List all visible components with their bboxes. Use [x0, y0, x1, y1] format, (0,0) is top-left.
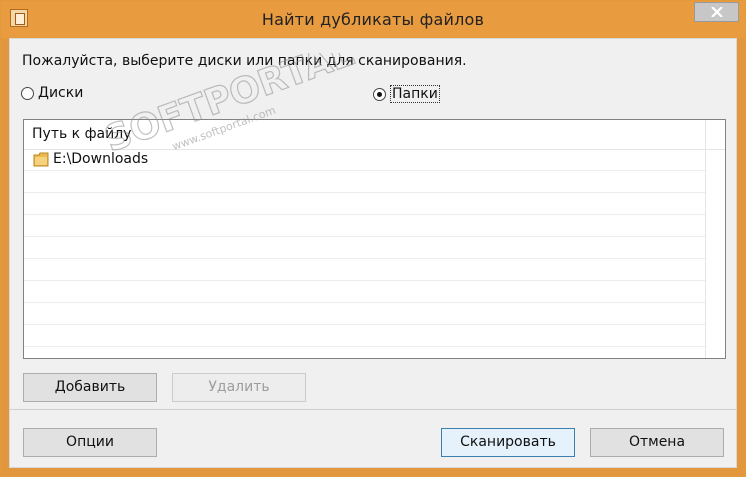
radio-drives[interactable]: Диски: [21, 85, 83, 101]
list-empty-row: [24, 303, 705, 325]
list-empty-row: [24, 171, 705, 193]
column-header-label: Путь к файлу: [32, 126, 132, 142]
radio-drives-indicator[interactable]: [21, 86, 34, 100]
list-empty-row: [24, 193, 705, 215]
radio-folders-label: Папки: [390, 85, 440, 103]
folder-icon: [33, 152, 49, 167]
radio-folders-indicator[interactable]: [373, 87, 386, 101]
list-empty-row: [24, 215, 705, 237]
title-bar[interactable]: Найти дубликаты файлов: [1, 1, 745, 38]
dialog-window: Найти дубликаты файлов Пожалуйста, выбер…: [0, 0, 746, 477]
list-empty-row: [24, 259, 705, 281]
radio-folders[interactable]: Папки: [373, 85, 440, 103]
window-title: Найти дубликаты файлов: [261, 10, 485, 29]
cancel-button[interactable]: Отмена: [590, 428, 724, 457]
divider: [10, 409, 736, 410]
instruction-text: Пожалуйста, выберите диски или папки для…: [22, 53, 467, 69]
list-column-header[interactable]: Путь к файлу: [24, 120, 725, 150]
list-item-path: E:\Downloads: [53, 151, 149, 167]
list-empty-row: [24, 237, 705, 259]
options-button[interactable]: Опции: [23, 428, 157, 457]
close-icon: [711, 7, 723, 17]
column-divider: [705, 120, 706, 358]
dialog-content: Пожалуйста, выберите диски или папки для…: [9, 38, 737, 468]
close-button[interactable]: [694, 2, 739, 22]
add-button[interactable]: Добавить: [23, 373, 157, 402]
list-empty-row: [24, 325, 705, 347]
folder-list[interactable]: Путь к файлу E:\Downloads: [23, 119, 726, 359]
scan-button[interactable]: Сканировать: [441, 428, 575, 457]
radio-drives-label: Диски: [38, 85, 84, 101]
list-item[interactable]: E:\Downloads: [24, 149, 705, 171]
remove-button[interactable]: Удалить: [172, 373, 306, 402]
list-empty-row: [24, 281, 705, 303]
